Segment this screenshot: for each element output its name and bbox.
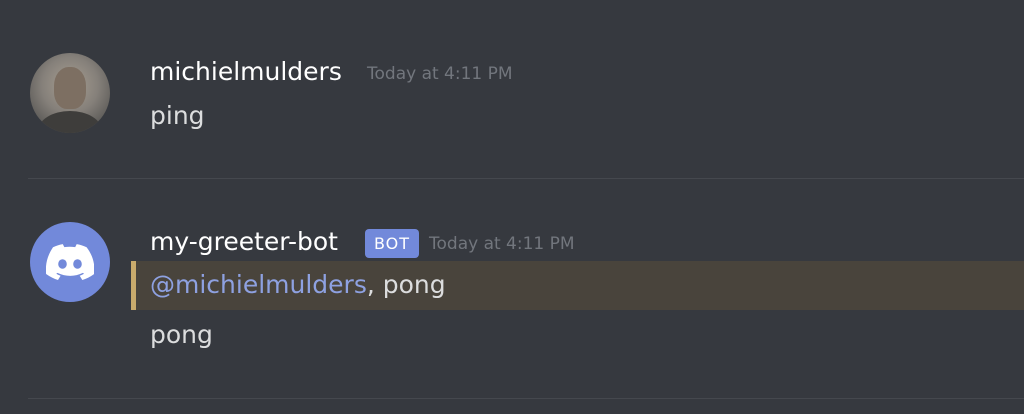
bot-avatar[interactable] (30, 222, 110, 302)
message-divider (28, 178, 1024, 179)
user-avatar[interactable] (30, 53, 110, 133)
mention-highlight: @michielmulders, pong (131, 261, 1024, 310)
discord-logo-icon (46, 244, 94, 280)
message-timestamp: Today at 4:11 PM (429, 234, 575, 254)
message-author[interactable]: michielmulders (150, 57, 342, 87)
avatar-face (54, 67, 86, 109)
message-text: @michielmulders, pong (150, 270, 446, 300)
message-divider (28, 398, 1024, 399)
message-text: ping (150, 101, 205, 130)
user-mention[interactable]: @michielmulders (150, 270, 367, 299)
bot-badge: BOT (365, 229, 419, 258)
chat-messages: michielmulders Today at 4:11 PM ping my-… (0, 0, 1024, 414)
message-author[interactable]: my-greeter-bot (150, 227, 338, 257)
message-text: pong (150, 320, 213, 349)
mention-message-text: , pong (366, 270, 446, 299)
message-timestamp: Today at 4:11 PM (367, 64, 513, 84)
avatar-shoulders (38, 111, 102, 133)
